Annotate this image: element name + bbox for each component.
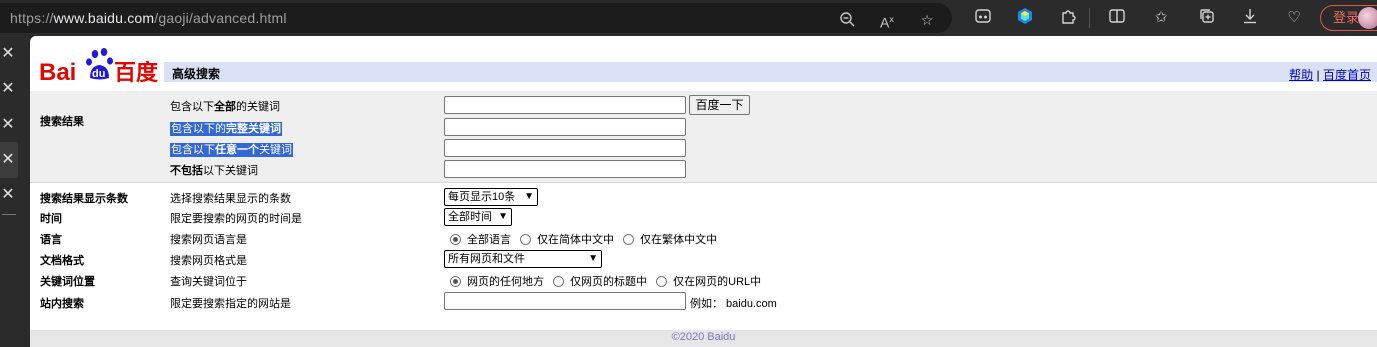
all-words-label: 包含以下全部的关键词 bbox=[170, 101, 280, 113]
keyword-position-radio-group: 网页的任何地方 仅网页的标题中 仅在网页的URL中 bbox=[444, 273, 761, 289]
result-count-label: 选择搜索结果显示的条数 bbox=[170, 193, 291, 205]
header-links: 帮助 | 百度首页 bbox=[1289, 66, 1371, 83]
format-select[interactable]: 所有网页和文件 ▼ bbox=[444, 250, 602, 268]
exclude-words-input[interactable] bbox=[444, 160, 686, 178]
position-radio-url[interactable] bbox=[656, 276, 668, 287]
split-screen-icon[interactable] bbox=[1106, 7, 1128, 29]
read-aloud-icon[interactable]: Aⅹ bbox=[878, 11, 896, 31]
sidebar-divider bbox=[2, 214, 16, 215]
exact-phrase-input[interactable] bbox=[444, 118, 686, 136]
search-submit-button[interactable]: 百度一下 bbox=[689, 95, 750, 115]
vertical-tabs-sidebar: ✕ ✕ ✕ ✕ ✕ bbox=[0, 36, 30, 347]
close-tab-icon[interactable]: ✕ bbox=[0, 185, 16, 205]
language-category: 语言 bbox=[40, 234, 62, 246]
header-bar: 高级搜索 帮助 | 百度首页 bbox=[164, 62, 1377, 82]
exact-phrase-label: 包含以下的完整关键词 bbox=[170, 122, 282, 136]
exclude-words-label: 不包括以下关键词 bbox=[170, 165, 258, 177]
format-category: 文档格式 bbox=[40, 255, 84, 267]
zoom-out-icon[interactable] bbox=[838, 11, 856, 29]
language-radio-all[interactable] bbox=[450, 234, 461, 245]
baidu-logo[interactable]: Bai du 百度 bbox=[38, 46, 162, 86]
toolbar-divider bbox=[1089, 8, 1090, 28]
language-radio-group: 全部语言 仅在简体中文中 仅在繁体中文中 bbox=[444, 231, 717, 247]
svg-text:du: du bbox=[92, 68, 105, 80]
site-search-label: 限定要搜索指定的网站是 bbox=[170, 298, 291, 310]
keyword-position-category: 关键词位置 bbox=[40, 276, 95, 288]
site-search-example: 例如： baidu.com bbox=[690, 298, 777, 310]
keyword-position-label: 查询关键词位于 bbox=[170, 276, 247, 288]
close-tab-icon[interactable]: ✕ bbox=[0, 150, 16, 170]
site-search-category: 站内搜索 bbox=[40, 298, 84, 310]
close-tab-icon[interactable]: ✕ bbox=[0, 44, 16, 64]
format-label: 搜索网页格式是 bbox=[170, 255, 247, 267]
extension-gem-icon[interactable] bbox=[1014, 7, 1036, 29]
time-label: 限定要搜索的网页的时间是 bbox=[170, 213, 302, 225]
link-separator: | bbox=[1316, 68, 1320, 82]
address-bar[interactable]: https://www.baidu.com/gaoji/advanced.htm… bbox=[0, 3, 952, 33]
performance-heart-icon[interactable]: ♡ bbox=[1283, 7, 1305, 29]
favorite-star-icon[interactable]: ☆ bbox=[918, 11, 936, 29]
close-tab-icon[interactable]: ✕ bbox=[0, 79, 16, 99]
help-link[interactable]: 帮助 bbox=[1289, 68, 1313, 82]
downloads-icon[interactable] bbox=[1239, 7, 1261, 29]
collections-icon[interactable] bbox=[1196, 7, 1218, 29]
avatar[interactable] bbox=[1358, 7, 1377, 29]
result-count-select[interactable]: 每页显示10条 ▼ bbox=[444, 188, 538, 206]
language-radio-simplified[interactable] bbox=[520, 234, 532, 245]
favorites-list-icon[interactable]: ✩ bbox=[1150, 7, 1172, 29]
position-radio-anywhere[interactable] bbox=[450, 276, 461, 287]
page-content: Bai du 百度 高级搜索 帮助 | 百度首页 搜索结果 包含以下全部的关键词… bbox=[30, 36, 1377, 347]
extensions-puzzle-icon[interactable] bbox=[1058, 7, 1080, 29]
game-controller-icon[interactable] bbox=[972, 7, 994, 29]
page-title: 高级搜索 bbox=[172, 67, 221, 81]
site-search-input[interactable] bbox=[444, 292, 686, 310]
search-results-section: 搜索结果 包含以下全部的关键词 百度一下 包含以下的完整关键词 包含以下任意一个… bbox=[30, 91, 1377, 182]
any-words-input[interactable] bbox=[444, 139, 686, 157]
language-label: 搜索网页语言是 bbox=[170, 234, 247, 246]
address-url[interactable]: https://www.baidu.com/gaoji/advanced.htm… bbox=[10, 10, 287, 26]
time-select[interactable]: 全部时间 ▼ bbox=[444, 208, 512, 226]
search-options-section: 搜索结果显示条数 选择搜索结果显示的条数 每页显示10条 ▼ 时间 限定要搜索的网… bbox=[30, 183, 1377, 330]
chevron-down-icon: ▼ bbox=[524, 191, 534, 202]
close-tab-icon[interactable]: ✕ bbox=[0, 115, 16, 135]
time-category: 时间 bbox=[40, 213, 62, 225]
all-words-input[interactable] bbox=[444, 96, 686, 114]
position-radio-title[interactable] bbox=[553, 276, 565, 287]
footer: ©2020 Baidu bbox=[30, 330, 1377, 347]
search-results-category: 搜索结果 bbox=[40, 116, 84, 128]
chevron-down-icon: ▼ bbox=[498, 211, 508, 222]
language-radio-traditional[interactable] bbox=[623, 234, 635, 245]
browser-toolbar: https://www.baidu.com/gaoji/advanced.htm… bbox=[0, 0, 1377, 36]
baidu-home-link[interactable]: 百度首页 bbox=[1323, 68, 1371, 82]
svg-text:Bai: Bai bbox=[39, 59, 76, 84]
result-count-category: 搜索结果显示条数 bbox=[40, 193, 128, 205]
chevron-down-icon: ▼ bbox=[588, 253, 598, 264]
copyright-text: ©2020 Baidu bbox=[671, 331, 736, 343]
svg-text:百度: 百度 bbox=[114, 60, 159, 84]
any-words-label: 包含以下任意一个关键词 bbox=[170, 143, 293, 157]
